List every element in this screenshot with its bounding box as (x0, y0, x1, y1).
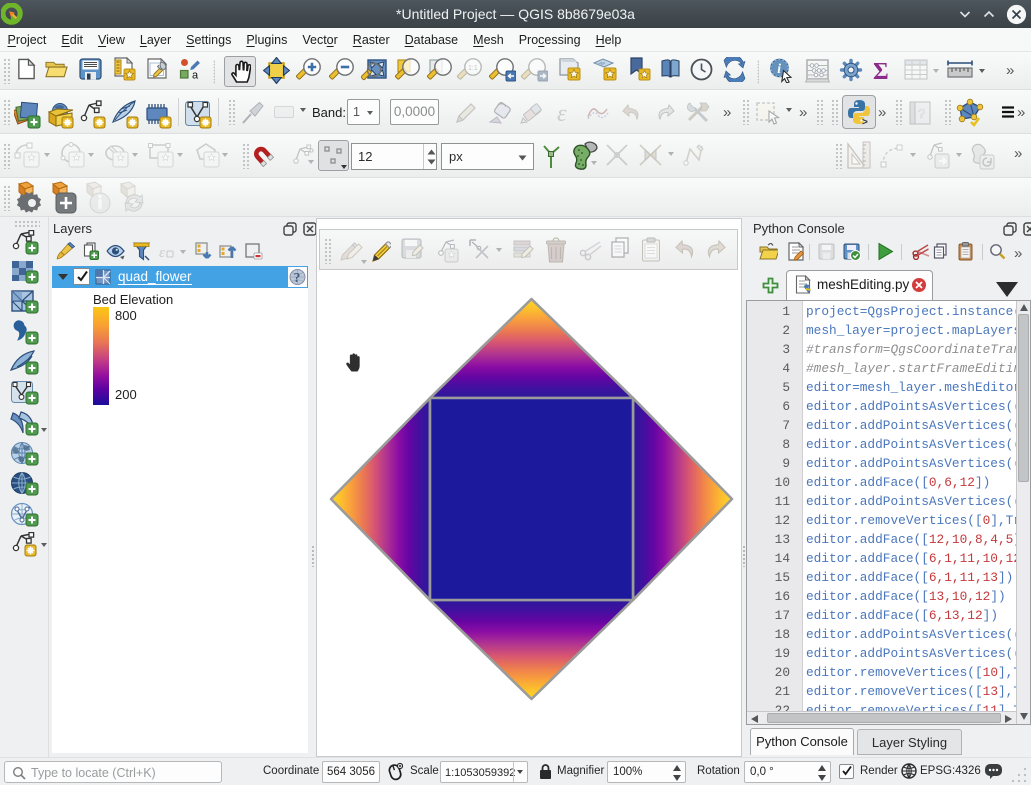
svg-text:?: ? (918, 106, 925, 121)
svg-text:1:1: 1:1 (468, 65, 478, 72)
svg-text:Σ: Σ (873, 59, 889, 82)
svg-text:>: > (862, 117, 868, 126)
svg-text:?: ? (294, 270, 301, 285)
svg-text:ε: ε (159, 245, 165, 261)
svg-text:i: i (777, 61, 781, 76)
svg-text:ε: ε (557, 101, 567, 125)
svg-text:a: a (192, 70, 199, 81)
